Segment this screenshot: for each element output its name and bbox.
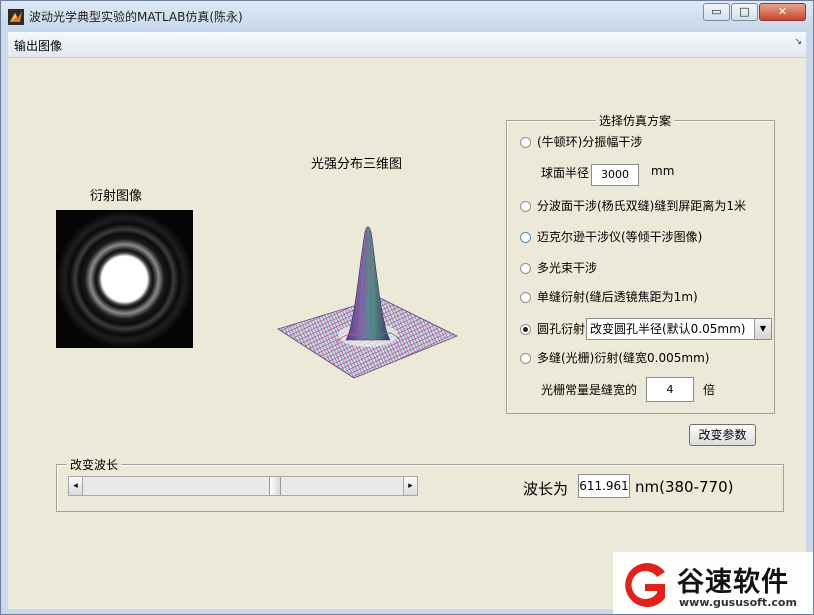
wavelength-panel: 改变波长 ◂ ▸ 波长为 611.961 nm(380-770) [56, 456, 784, 512]
watermark: 谷速软件 www.gususoft.com [613, 552, 813, 614]
toolbar-overflow-icon[interactable]: ↘ [794, 37, 802, 47]
app-window: 波动光学典型实验的MATLAB仿真(陈永) ▭ □ ✕ 输出图像 ↘ 衍射图像 [0, 0, 814, 615]
sphere-radius-input[interactable]: 3000 [591, 164, 639, 186]
radio-option-0[interactable] [520, 137, 531, 148]
watermark-text: 谷速软件 [677, 567, 789, 598]
figure-content: 衍射图像 光强分布三维图 选择仿真方案 (牛顿环)分振幅干涉 球面半径 3000… [8, 58, 806, 609]
slider-right-arrow-icon[interactable]: ▸ [403, 477, 417, 495]
minimize-button[interactable]: ▭ [703, 3, 730, 21]
radio-option-6[interactable] [520, 353, 531, 364]
minimize-icon: ▭ [711, 5, 722, 18]
radio-option-2[interactable] [520, 232, 531, 243]
radio-option-1[interactable] [520, 201, 531, 212]
chevron-down-icon: ▼ [754, 319, 771, 339]
maximize-icon: □ [739, 5, 750, 18]
change-params-button[interactable]: 改变参数 [689, 424, 756, 446]
radio-option-3[interactable] [520, 263, 531, 274]
option-label-1: 分波面干涉(杨氏双缝)缝到屏距离为1米 [537, 199, 746, 213]
grating-constant-unit: 倍 [703, 383, 716, 397]
wavelength-label: 波长为 [523, 480, 569, 498]
wavelength-input[interactable]: 611.961 [578, 474, 630, 498]
slider-thumb[interactable] [269, 477, 281, 495]
menu-item-output-image[interactable]: 输出图像 [14, 37, 62, 54]
window-title: 波动光学典型实验的MATLAB仿真(陈永) [29, 10, 243, 24]
diffraction-image-label: 衍射图像 [90, 189, 143, 204]
matlab-icon [8, 9, 24, 25]
close-button[interactable]: ✕ [759, 3, 806, 21]
sphere-radius-unit: mm [651, 164, 675, 178]
grating-constant-input[interactable]: 4 [646, 377, 694, 402]
aperture-radius-dropdown[interactable]: 改变圆孔半径(默认0.05mm) ▼ [586, 318, 772, 340]
panel-title: 选择仿真方案 [596, 112, 675, 129]
sphere-radius-label: 球面半径 [541, 166, 590, 180]
option-label-6: 多缝(光栅)衍射(缝宽0.005mm) [537, 351, 710, 365]
gususoft-logo-icon [625, 563, 665, 607]
wavelength-panel-title: 改变波长 [67, 456, 122, 473]
simulation-scheme-panel: 选择仿真方案 (牛顿环)分振幅干涉 球面半径 3000 mm 分波面干涉(杨氏双… [506, 112, 775, 414]
option-label-4: 单缝衍射(缝后透镜焦距为1m) [537, 290, 698, 304]
slider-left-arrow-icon[interactable]: ◂ [69, 477, 83, 495]
maximize-button[interactable]: □ [731, 3, 758, 21]
radio-option-5[interactable] [520, 324, 531, 335]
option-label-5: 圆孔衍射 [537, 322, 586, 336]
watermark-url: www.gususoft.com [679, 596, 797, 609]
wavelength-slider[interactable]: ◂ ▸ [68, 476, 418, 496]
diffraction-image [56, 210, 193, 348]
menu-bar: 输出图像 ↘ [8, 32, 806, 58]
option-label-2: 迈克尔逊干涉仪(等倾干涉图像) [537, 230, 703, 244]
surface-plot-title: 光强分布三维图 [311, 157, 403, 172]
radio-option-4[interactable] [520, 292, 531, 303]
grating-constant-label: 光栅常量是缝宽的 [541, 383, 638, 397]
title-bar: 波动光学典型实验的MATLAB仿真(陈永) ▭ □ ✕ [1, 1, 813, 31]
option-label-0: (牛顿环)分振幅干涉 [537, 135, 643, 149]
option-label-3: 多光束干涉 [537, 261, 598, 275]
dropdown-value: 改变圆孔半径(默认0.05mm) [590, 322, 746, 336]
wavelength-range: nm(380-770) [635, 478, 734, 496]
close-icon: ✕ [777, 5, 788, 18]
intensity-surface-plot [277, 226, 458, 379]
